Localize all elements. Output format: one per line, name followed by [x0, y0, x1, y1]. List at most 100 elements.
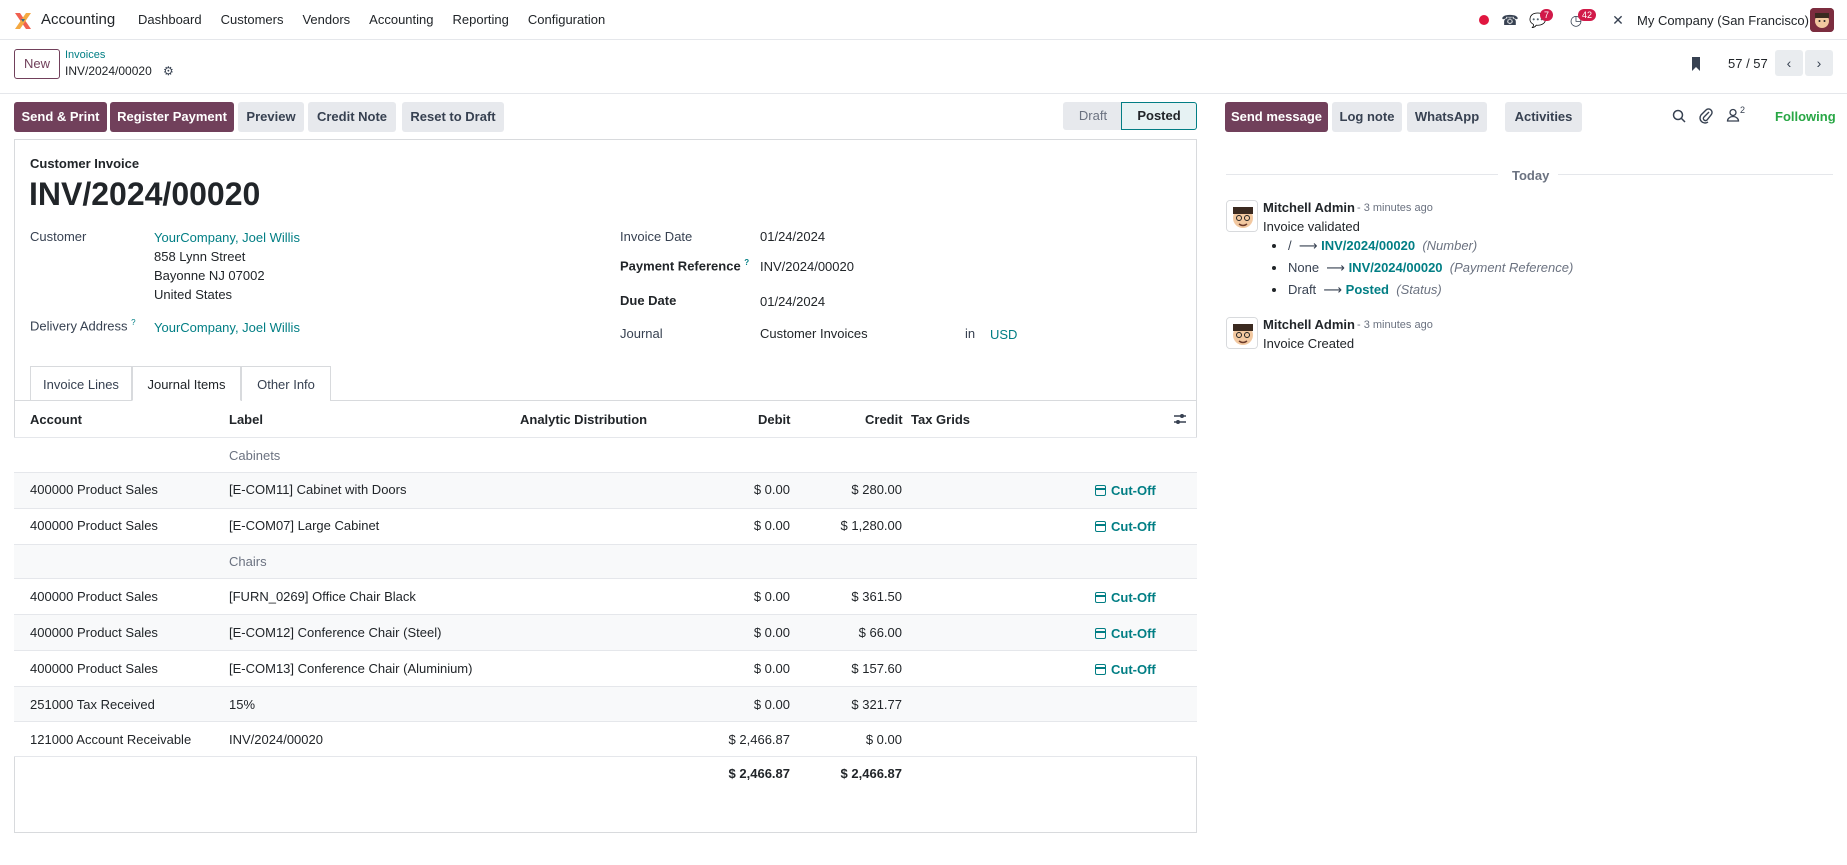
row-credit: $ 280.00	[851, 482, 902, 497]
recording-indicator-icon[interactable]	[1479, 15, 1489, 25]
row-account: 400000 Product Sales	[30, 518, 158, 533]
new-button[interactable]: New	[14, 49, 60, 79]
menu-vendors[interactable]: Vendors	[302, 12, 350, 27]
cutoff-button[interactable]: Cut-Off	[1095, 626, 1156, 641]
tracking-value: None ⟶ INV/2024/00020 (Payment Reference…	[1288, 260, 1574, 275]
status-posted[interactable]: Posted	[1121, 102, 1197, 130]
row-debit: $ 0.00	[753, 482, 790, 497]
menu-customers[interactable]: Customers	[221, 12, 284, 27]
journal-label: Journal	[620, 326, 663, 341]
table-row[interactable]	[14, 473, 1197, 508]
col-debit[interactable]: Debit	[758, 412, 791, 427]
whatsapp-button[interactable]: WhatsApp	[1407, 102, 1487, 132]
author-avatar[interactable]	[1226, 317, 1258, 349]
menu-dashboard[interactable]: Dashboard	[138, 12, 202, 27]
section-chairs[interactable]: Chairs	[229, 554, 267, 569]
table-row[interactable]	[14, 687, 1197, 721]
address-line-2: Bayonne NJ 07002	[154, 268, 265, 283]
row-account: 400000 Product Sales	[30, 589, 158, 604]
bookmark-icon[interactable]	[1690, 56, 1702, 72]
calendar-icon	[1095, 521, 1106, 532]
col-analytic[interactable]: Analytic Distribution	[520, 412, 647, 427]
row-debit: $ 0.00	[753, 589, 790, 604]
row-debit: $ 0.00	[753, 697, 790, 712]
reset-to-draft-button[interactable]: Reset to Draft	[402, 102, 504, 132]
delivery-address-label: Delivery Address ?	[30, 318, 136, 334]
message-author[interactable]: Mitchell Admin	[1263, 317, 1355, 332]
customer-link[interactable]: YourCompany, Joel Willis	[154, 230, 300, 245]
tab-journal-items[interactable]: Journal Items	[132, 366, 241, 401]
send-print-button[interactable]: Send & Print	[14, 102, 107, 132]
activities-button[interactable]: Activities	[1505, 102, 1582, 132]
control-panel	[0, 40, 1847, 94]
paperclip-icon[interactable]	[1699, 108, 1713, 124]
col-label[interactable]: Label	[229, 412, 263, 427]
menu-accounting[interactable]: Accounting	[369, 12, 433, 27]
message-author[interactable]: Mitchell Admin	[1263, 200, 1355, 215]
phone-icon[interactable]: ☎	[1501, 11, 1519, 29]
row-debit: $ 2,466.87	[728, 732, 790, 747]
invoice-date-value[interactable]: 01/24/2024	[760, 229, 825, 244]
tracking-value: Draft ⟶ Posted (Status)	[1288, 282, 1442, 297]
date-separator: Today	[1512, 168, 1550, 183]
gear-icon[interactable]: ⚙	[163, 64, 174, 78]
menu-reporting[interactable]: Reporting	[453, 12, 509, 27]
company-switcher[interactable]: My Company (San Francisco)	[1637, 13, 1809, 28]
document-type: Customer Invoice	[30, 156, 140, 171]
table-row[interactable]	[14, 509, 1197, 544]
table-row[interactable]	[14, 579, 1197, 614]
payment-reference-value[interactable]: INV/2024/00020	[760, 259, 854, 274]
col-credit[interactable]: Credit	[865, 412, 903, 427]
cutoff-button[interactable]: Cut-Off	[1095, 519, 1156, 534]
currency-link[interactable]: USD	[990, 327, 1017, 342]
help-icon[interactable]: ?	[131, 318, 135, 327]
row-debit: $ 0.00	[753, 518, 790, 533]
cutoff-button[interactable]: Cut-Off	[1095, 590, 1156, 605]
message-body: Invoice Created	[1263, 336, 1355, 351]
col-tax-grids[interactable]: Tax Grids	[911, 412, 970, 427]
row-credit: $ 66.00	[858, 625, 902, 640]
table-row[interactable]	[14, 651, 1197, 686]
author-avatar[interactable]	[1226, 200, 1258, 232]
section-cabinets[interactable]: Cabinets	[229, 448, 280, 463]
accounting-app-icon[interactable]	[13, 11, 33, 31]
calendar-icon	[1095, 664, 1106, 675]
cutoff-button[interactable]: Cut-Off	[1095, 662, 1156, 677]
user-avatar[interactable]	[1810, 8, 1834, 32]
pager-next-button[interactable]: ›	[1805, 50, 1833, 76]
table-row[interactable]	[14, 615, 1197, 650]
help-icon[interactable]: ?	[744, 258, 749, 267]
delivery-address-link[interactable]: YourCompany, Joel Willis	[154, 320, 300, 335]
row-label: [E-COM07] Large Cabinet	[229, 518, 380, 533]
log-note-button[interactable]: Log note	[1332, 102, 1402, 132]
tab-invoice-lines[interactable]: Invoice Lines	[30, 366, 132, 401]
row-credit: $ 0.00	[865, 732, 902, 747]
app-name[interactable]: Accounting	[41, 11, 115, 28]
breadcrumb-invoices[interactable]: Invoices	[65, 49, 105, 61]
credit-note-button[interactable]: Credit Note	[308, 102, 396, 132]
row-label: [E-COM13] Conference Chair (Aluminium)	[229, 661, 473, 676]
calendar-icon	[1095, 592, 1106, 603]
row-credit: $ 361.50	[851, 589, 902, 604]
journal-value[interactable]: Customer Invoices	[760, 326, 868, 341]
following-button[interactable]: Following	[1775, 109, 1836, 124]
row-credit: $ 321.77	[851, 697, 902, 712]
tab-other-info[interactable]: Other Info	[241, 366, 331, 401]
cutoff-button[interactable]: Cut-Off	[1095, 483, 1156, 498]
send-message-button[interactable]: Send message	[1225, 102, 1328, 132]
col-account[interactable]: Account	[30, 412, 82, 427]
pager-previous-button[interactable]: ‹	[1775, 50, 1803, 76]
row-label: INV/2024/00020	[229, 732, 323, 747]
followers-icon[interactable]	[1726, 108, 1740, 122]
search-icon[interactable]	[1672, 109, 1686, 123]
tools-icon[interactable]: ✕	[1609, 11, 1627, 29]
table-row[interactable]	[14, 722, 1197, 756]
preview-button[interactable]: Preview	[238, 102, 304, 132]
due-date-value[interactable]: 01/24/2024	[760, 294, 825, 309]
column-settings-icon[interactable]	[1173, 412, 1187, 426]
pager-value[interactable]: 57 / 57	[1728, 56, 1768, 71]
customer-label: Customer	[30, 229, 87, 244]
register-payment-button[interactable]: Register Payment	[110, 102, 234, 132]
menu-configuration[interactable]: Configuration	[528, 12, 605, 27]
status-draft[interactable]: Draft	[1063, 102, 1123, 130]
